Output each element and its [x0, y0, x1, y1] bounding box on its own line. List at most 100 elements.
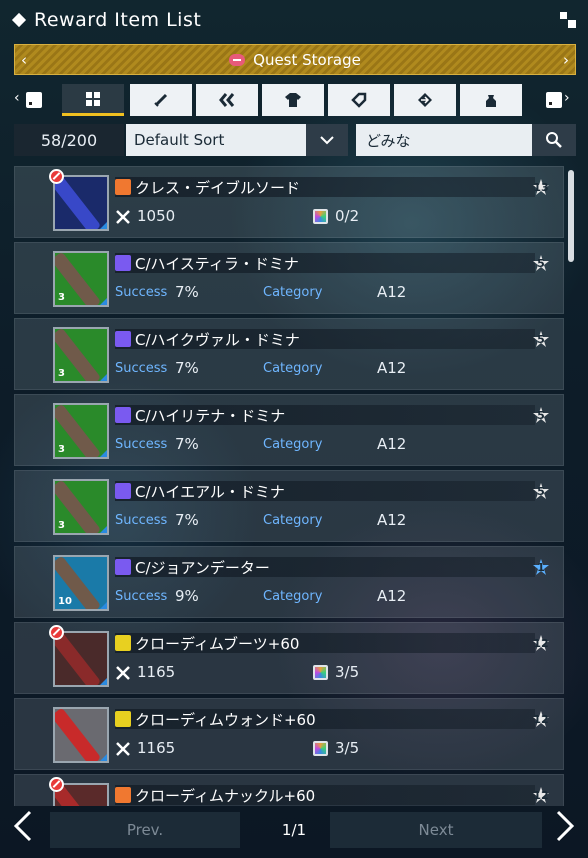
minimize-window-icon[interactable] — [560, 12, 576, 28]
tab-armor[interactable] — [262, 84, 324, 116]
prev-page-button[interactable]: Prev. — [50, 812, 240, 848]
item-type-icon — [115, 255, 131, 271]
chevron-down-icon[interactable] — [306, 124, 348, 156]
item-quantity: 3 — [58, 368, 65, 379]
slot-value: 0/2 — [335, 207, 360, 225]
not-equippable-icon — [49, 169, 64, 184]
item-thumbnail: 3 — [53, 251, 109, 307]
item-type-icon — [115, 179, 131, 195]
storage-icon — [229, 53, 246, 66]
crossed-swords-icon — [116, 742, 130, 756]
tab-techniques[interactable] — [196, 84, 258, 116]
item-thumbnail: 3 — [53, 479, 109, 535]
category-value: A12 — [377, 359, 407, 377]
tab-items[interactable] — [328, 84, 390, 116]
list-item[interactable]: クレス・デイブルソード 13 1050 0/2 — [14, 166, 564, 238]
bag-icon — [486, 95, 496, 107]
item-name: C/ハイエアル・ドミナ — [135, 483, 285, 501]
item-type-icon — [115, 635, 131, 651]
item-list: クレス・デイブルソード 13 1050 0/2 3 C/ハイスティラ・ドミナ 5 … — [14, 164, 564, 806]
slot-value: 3/5 — [335, 739, 360, 757]
item-name: C/ハイクヴァル・ドミナ — [135, 331, 300, 349]
chevron-left-icon[interactable]: ‹ — [21, 51, 27, 69]
item-name: クローディムナックル+60 — [135, 787, 316, 805]
tab-all[interactable] — [62, 84, 124, 116]
item-name: クローディムブーツ+60 — [135, 635, 300, 653]
tab-misc[interactable] — [460, 84, 522, 116]
item-thumbnail: 10 — [53, 555, 109, 611]
list-item[interactable]: 3 C/ハイクヴァル・ドミナ 5 Success 7% Category A12 — [14, 318, 564, 390]
category-label: Category — [263, 589, 323, 604]
grid-icon — [86, 91, 100, 106]
category-label: Category — [263, 361, 323, 376]
category-value: A12 — [377, 511, 407, 529]
item-thumbnail — [53, 707, 109, 763]
sword-icon — [154, 93, 168, 107]
crossed-swords-icon — [116, 666, 130, 680]
item-name: C/ハイリテナ・ドミナ — [135, 407, 286, 425]
list-item[interactable]: クローディムブーツ+60 12 1165 3/5 — [14, 622, 564, 694]
double-chevron-icon — [219, 93, 235, 107]
category-value: A12 — [377, 283, 407, 301]
item-quantity: 3 — [58, 444, 65, 455]
rarity-star-icon: 13 — [533, 179, 549, 195]
tab-weapons[interactable] — [130, 84, 192, 116]
item-type-icon — [115, 787, 131, 803]
storage-label: Quest Storage — [253, 50, 361, 69]
page-indicator: 1/1 — [281, 821, 307, 839]
tab-prev-page-icon[interactable] — [26, 92, 42, 108]
item-name: C/ジョアンデーター — [135, 559, 270, 577]
success-label: Success — [115, 513, 168, 528]
tab-materials[interactable] — [394, 84, 456, 116]
rarity-star-icon: 12 — [533, 787, 549, 803]
item-name: C/ハイスティラ・ドミナ — [135, 255, 299, 273]
success-label: Success — [115, 361, 168, 376]
sort-dropdown[interactable]: Default Sort — [126, 124, 348, 156]
list-item[interactable]: クローディムウォンド+60 12 1165 3/5 — [14, 698, 564, 770]
list-item[interactable]: 3 C/ハイリテナ・ドミナ 5 Success 7% Category A12 — [14, 394, 564, 466]
success-value: 9% — [175, 587, 199, 605]
crossed-swords-icon — [116, 210, 130, 224]
item-type-icon — [115, 483, 131, 499]
item-name: クローディムウォンド+60 — [135, 711, 316, 729]
tab-left-arrow-icon[interactable]: ‹ — [14, 90, 20, 106]
title-bar: Reward Item List — [11, 6, 578, 34]
success-value: 7% — [175, 359, 199, 377]
page-next-arrow-icon[interactable] — [554, 810, 576, 850]
chevron-right-icon[interactable]: › — [563, 51, 569, 69]
item-name: クレス・デイブルソード — [135, 179, 301, 197]
not-equippable-icon — [49, 777, 64, 792]
attack-value: 1165 — [137, 663, 176, 681]
item-rarity: 13 — [533, 180, 549, 194]
pager: Prev. 1/1 Next — [0, 808, 588, 850]
page-prev-arrow-icon[interactable] — [12, 810, 34, 850]
rarity-star-icon: 5 — [533, 407, 549, 423]
search-button[interactable] — [532, 124, 576, 156]
diamond-icon — [11, 12, 27, 28]
item-thumbnail — [53, 175, 109, 231]
rarity-star-icon: 5 — [533, 331, 549, 347]
slot-icon — [313, 741, 328, 756]
search-input[interactable] — [356, 124, 526, 156]
list-item[interactable]: クローディムナックル+60 12 — [14, 774, 564, 806]
item-type-icon — [115, 711, 131, 727]
item-type-icon — [115, 407, 131, 423]
list-item[interactable]: 3 C/ハイエアル・ドミナ 5 Success 7% Category A12 — [14, 470, 564, 542]
reward-item-list-window: Reward Item List ‹ Quest Storage › ‹ › 5… — [0, 0, 588, 858]
list-item[interactable]: 10 C/ジョアンデーター 1 Success 9% Category A12 — [14, 546, 564, 618]
window-title: Reward Item List — [34, 9, 202, 31]
list-item[interactable]: 3 C/ハイスティラ・ドミナ 5 Success 7% Category A12 — [14, 242, 564, 314]
item-rarity: 12 — [533, 712, 549, 726]
search-box — [356, 124, 576, 156]
item-rarity: 5 — [537, 408, 545, 422]
tab-next-page-icon[interactable] — [546, 92, 562, 108]
tag-icon — [351, 92, 367, 108]
item-rarity: 5 — [537, 332, 545, 346]
storage-selector[interactable]: ‹ Quest Storage › — [14, 44, 576, 75]
item-rarity: 1 — [537, 560, 545, 574]
category-label: Category — [263, 285, 323, 300]
list-scrollbar[interactable] — [568, 170, 574, 262]
success-value: 7% — [175, 283, 199, 301]
tab-right-arrow-icon[interactable]: › — [564, 90, 570, 106]
next-page-button[interactable]: Next — [330, 812, 542, 848]
